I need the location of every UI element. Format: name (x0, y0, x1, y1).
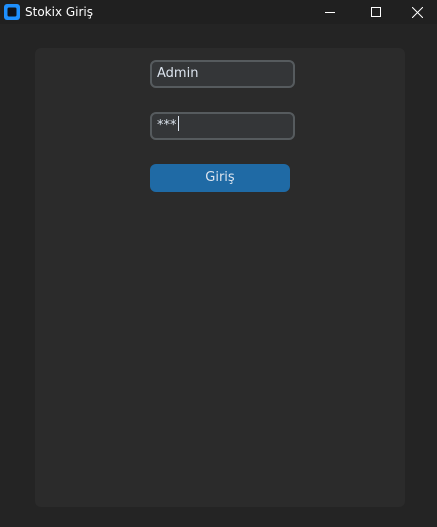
password-input[interactable]: *** (150, 112, 295, 140)
password-value: *** (157, 118, 177, 133)
app-logo-icon (4, 4, 20, 20)
username-value: Admin (157, 66, 199, 81)
text-cursor (177, 116, 179, 131)
close-icon (412, 6, 423, 18)
window-title: Stokix Giriş (25, 5, 94, 19)
close-button[interactable] (398, 0, 437, 24)
title-bar[interactable]: Stokix Giriş (0, 0, 437, 24)
login-window: Stokix Giriş Admin *** Giriş (0, 0, 437, 527)
login-button[interactable]: Giriş (150, 164, 290, 192)
minimize-button[interactable] (307, 0, 353, 24)
username-input[interactable]: Admin (150, 60, 295, 88)
minimize-icon (325, 12, 335, 13)
maximize-icon (371, 7, 381, 17)
maximize-button[interactable] (353, 0, 399, 24)
